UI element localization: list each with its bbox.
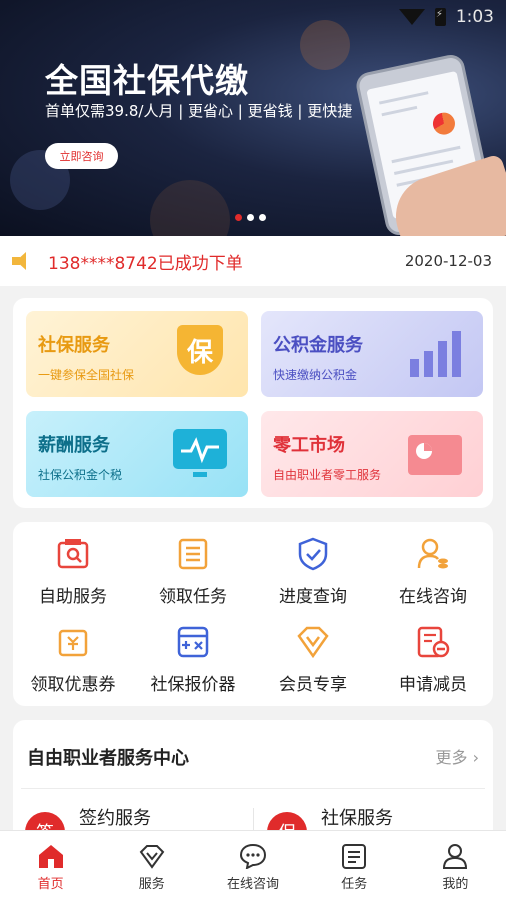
grid-label: 会员专享 — [279, 675, 347, 695]
tab-mine[interactable]: 我的 — [405, 831, 506, 900]
bottom-tab-bar: 首页 服务 在线咨询 任务 我的 — [0, 830, 506, 900]
order-notice-bar[interactable]: 138****8742已成功下单 2020-12-03 — [0, 236, 506, 286]
tab-service[interactable]: 服务 — [101, 831, 202, 900]
card-desc: 社保公积金个税 — [38, 468, 123, 482]
monitor-wave-icon — [172, 425, 228, 481]
section-title: 自由职业者服务中心 — [27, 748, 189, 769]
carousel-dot[interactable] — [247, 214, 254, 221]
home-icon — [37, 843, 65, 869]
notice-text: 138****8742已成功下单 — [48, 253, 243, 274]
speaker-icon — [12, 252, 34, 270]
service-name: 签约服务 — [79, 808, 151, 829]
user-icon — [441, 843, 469, 869]
card-title: 薪酬服务 — [38, 435, 110, 456]
social-insurance-card[interactable]: 社保服务 一键参保全国社保 保 — [26, 311, 248, 397]
card-title: 零工市场 — [273, 435, 345, 456]
folder-chart-icon — [407, 425, 463, 481]
pie-chart-icon — [430, 110, 458, 137]
grid-label: 申请减员 — [399, 675, 467, 695]
tab-label: 任务 — [341, 877, 368, 892]
card-title: 社保服务 — [38, 335, 110, 356]
battery-icon — [434, 8, 446, 26]
banner-bokeh — [150, 180, 230, 236]
card-desc: 一键参保全国社保 — [38, 368, 135, 382]
grid-reduce-staff[interactable]: 申请减员 — [373, 624, 493, 704]
grid-claim-task[interactable]: 领取任务 — [133, 536, 253, 616]
wifi-icon — [398, 9, 425, 25]
coupon-icon — [55, 624, 91, 660]
tab-label: 服务 — [138, 877, 165, 892]
phone-line — [378, 91, 429, 105]
task-list-icon — [175, 536, 211, 572]
grid-label: 在线咨询 — [399, 587, 467, 607]
consult-now-button[interactable]: 立即咨询 — [45, 143, 118, 169]
phone-line — [381, 105, 418, 117]
grid-label: 进度查询 — [279, 587, 347, 607]
tab-label: 我的 — [442, 877, 469, 892]
carousel-dot[interactable] — [235, 214, 242, 221]
growth-chart-icon — [407, 325, 463, 381]
progress-shield-icon — [295, 536, 331, 572]
calculator-icon — [175, 624, 211, 660]
card-title: 公积金服务 — [273, 335, 363, 356]
grid-online-consult[interactable]: 在线咨询 — [373, 536, 493, 616]
tab-online-consult[interactable]: 在线咨询 — [202, 831, 303, 900]
diamond-vip-icon — [295, 624, 331, 660]
shield-bao-icon: 保 — [172, 325, 228, 381]
banner-subtitle: 首单仅需39.8/人月 | 更省心 | 更省钱 | 更快捷 — [45, 102, 353, 120]
more-link[interactable]: 更多 › — [435, 744, 479, 768]
gig-market-card[interactable]: 零工市场 自由职业者零工服务 — [261, 411, 483, 497]
chat-bubble-icon — [239, 843, 267, 870]
promo-banner[interactable]: 1:03 全国社保代缴 首单仅需39.8/人月 | 更省心 | 更省钱 | 更快… — [0, 0, 506, 236]
grid-self-service[interactable]: 自助服务 — [13, 536, 133, 616]
grid-label: 自助服务 — [39, 587, 107, 607]
housing-fund-card[interactable]: 公积金服务 快速缴纳公积金 — [261, 311, 483, 397]
grid-insurance-calculator[interactable]: 社保报价器 — [133, 624, 253, 704]
notice-date: 2020-12-03 — [404, 252, 492, 270]
service-name: 社保服务 — [321, 808, 393, 829]
banner-title: 全国社保代缴 — [45, 61, 249, 100]
grid-coupon[interactable]: 领取优惠券 — [13, 624, 133, 704]
banner-bokeh — [300, 20, 350, 70]
service-cards-panel: 社保服务 一键参保全国社保 保 公积金服务 快速缴纳公积金 薪酬服务 社保公积金… — [13, 298, 493, 508]
divider — [21, 788, 485, 789]
consult-person-icon — [415, 536, 451, 572]
tab-label: 在线咨询 — [227, 877, 280, 892]
tab-home[interactable]: 首页 — [0, 831, 101, 900]
quick-actions-grid: 自助服务 领取任务 进度查询 在线咨询 领取优惠券 社保报价器 会员专享 申请减… — [13, 522, 493, 706]
reduce-staff-icon — [415, 624, 451, 660]
chevron-right-icon: › — [472, 748, 479, 767]
tab-task[interactable]: 任务 — [304, 831, 405, 900]
grid-label: 领取优惠券 — [30, 675, 116, 695]
more-label: 更多 — [435, 748, 468, 767]
grid-progress-query[interactable]: 进度查询 — [253, 536, 373, 616]
shield-bao-glyph: 保 — [177, 325, 223, 375]
self-service-icon — [55, 536, 91, 572]
payroll-card[interactable]: 薪酬服务 社保公积金个税 — [26, 411, 248, 497]
carousel-indicator[interactable] — [235, 214, 266, 221]
card-desc: 快速缴纳公积金 — [273, 368, 358, 382]
grid-member-exclusive[interactable]: 会员专享 — [253, 624, 373, 704]
diamond-service-icon — [138, 843, 166, 869]
status-time: 1:03 — [455, 7, 494, 27]
task-icon — [340, 843, 368, 869]
carousel-dot[interactable] — [259, 214, 266, 221]
tab-label: 首页 — [37, 877, 64, 892]
status-bar: 1:03 — [398, 0, 506, 34]
card-desc: 自由职业者零工服务 — [273, 468, 382, 482]
grid-label: 领取任务 — [159, 587, 227, 607]
grid-label: 社保报价器 — [150, 675, 236, 695]
